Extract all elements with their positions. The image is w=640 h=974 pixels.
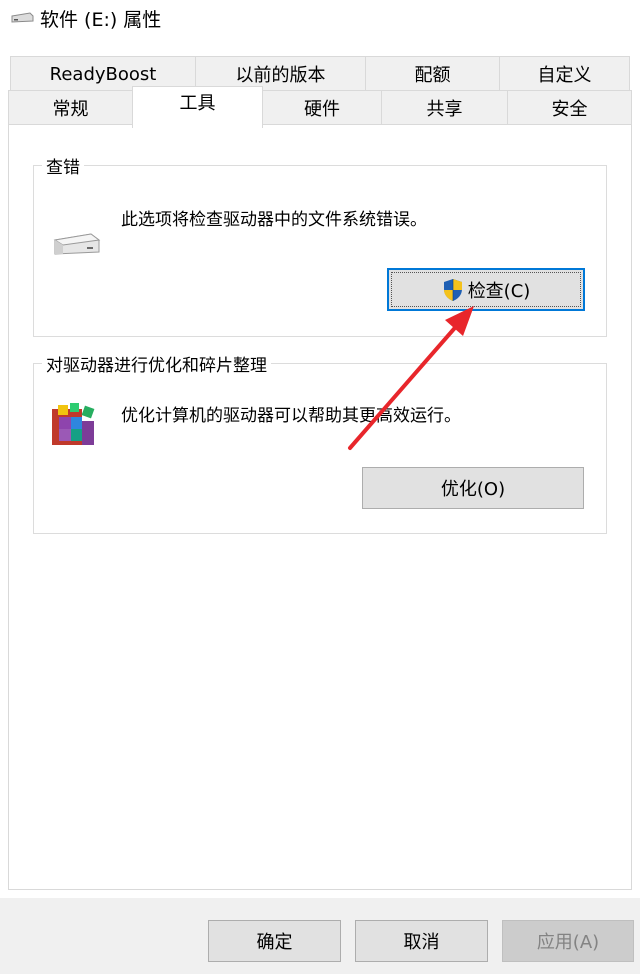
tab-hardware[interactable]: 硬件 [262, 90, 382, 126]
tab-label: 共享 [426, 99, 463, 120]
check-button[interactable]: 检查(C) [387, 268, 585, 311]
optimize-title: 对驱动器进行优化和碎片整理 [42, 351, 271, 376]
tab-label: 硬件 [304, 99, 340, 120]
drive-icon [53, 233, 101, 255]
tab-label: 自定义 [537, 65, 592, 86]
tab-general[interactable]: 常规 [8, 90, 133, 126]
tab-label: 安全 [551, 99, 588, 120]
tab-tools[interactable]: 工具 [132, 86, 263, 128]
tab-label: 以前的版本 [235, 65, 326, 86]
optimize-description: 优化计算机的驱动器可以帮助其更高效运行。 [121, 406, 461, 426]
tab-quota[interactable]: 配额 [365, 56, 500, 92]
window-title: 软件 (E:) 属性 [40, 9, 162, 31]
dialog-footer: 确定 取消 应用(A) [0, 898, 640, 974]
error-check-description: 此选项将检查驱动器中的文件系统错误。 [121, 210, 427, 230]
title-bar: 软件 (E:) 属性 [0, 0, 640, 34]
tab-label: ReadyBoost [49, 63, 157, 85]
shield-icon [443, 278, 462, 301]
tab-label: 配额 [414, 65, 451, 86]
ok-button-label: 确定 [256, 932, 293, 953]
tab-sharing[interactable]: 共享 [381, 90, 508, 126]
error-check-title: 查错 [42, 153, 84, 178]
tab-customize[interactable]: 自定义 [499, 56, 630, 92]
drive-icon [11, 12, 34, 23]
check-button-label: 检查(C) [467, 280, 531, 302]
tools-panel: 查错 此选项将检查驱动器中的文件系统错误。 检查(C) 对驱动器进行优化和碎片整… [8, 124, 632, 890]
error-check-group [33, 165, 607, 337]
optimize-button[interactable]: 优化(O) [362, 467, 584, 509]
tab-label: 常规 [52, 99, 89, 120]
ok-button[interactable]: 确定 [208, 920, 341, 962]
optimize-button-label: 优化(O) [440, 479, 506, 500]
apply-button-label: 应用(A) [536, 932, 600, 953]
cancel-button[interactable]: 取消 [355, 920, 488, 962]
tab-strip: ReadyBoost 以前的版本 配额 自定义 常规 工具 硬件 共享 安全 [0, 52, 640, 128]
defrag-icon [52, 403, 95, 445]
tab-label: 工具 [179, 92, 216, 114]
tab-security[interactable]: 安全 [507, 90, 632, 126]
apply-button[interactable]: 应用(A) [502, 920, 634, 962]
cancel-button-label: 取消 [403, 932, 440, 953]
